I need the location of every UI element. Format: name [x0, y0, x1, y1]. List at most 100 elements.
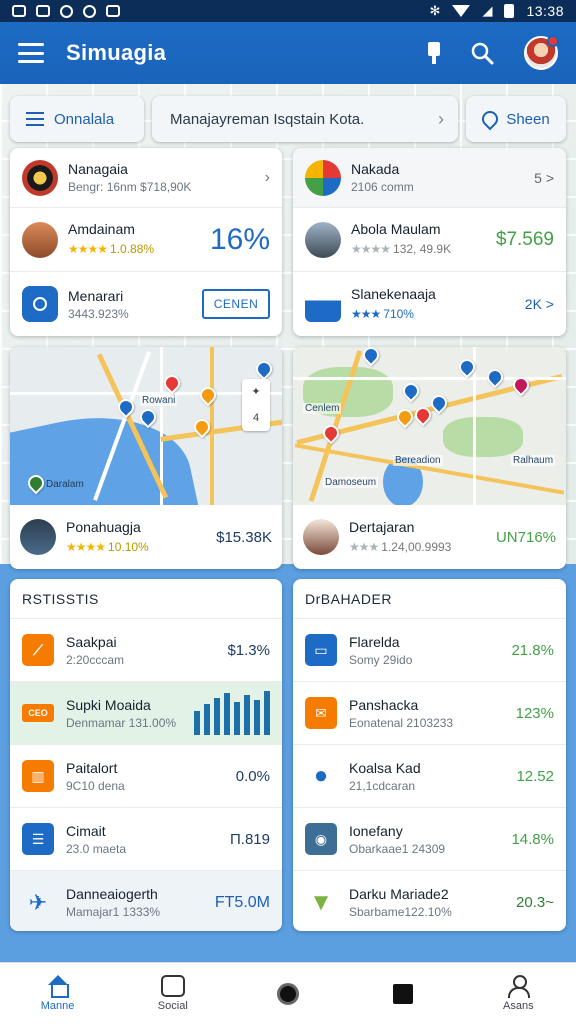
- item-subtitle: Obarkaae1 24309: [349, 841, 446, 856]
- list-item[interactable]: ▼ Darku Mariade2 Sbarbame122.10% 20.3~: [293, 871, 566, 931]
- list-item[interactable]: Amdainam ★★★★ 1.0.88% 16%: [10, 208, 282, 272]
- map-view[interactable]: Bereadion Damoseum Cenlem Ralhaum: [293, 347, 566, 505]
- app-title: Simuagia: [66, 40, 167, 65]
- document-icon: ☰: [22, 823, 54, 855]
- menu-icon[interactable]: [18, 43, 44, 63]
- map-pin-icon: ▼: [309, 888, 333, 916]
- nav-social[interactable]: Social: [133, 975, 213, 1012]
- search-query: Manajayreman Isqstain Kota.: [170, 110, 365, 128]
- list-item[interactable]: ✈ Danneaiogerth Mamajar1 1333% FT5.0M: [10, 871, 282, 931]
- chevron-right-icon[interactable]: ›: [265, 169, 270, 187]
- search-input[interactable]: Manajayreman Isqstain Kota. ›: [152, 96, 458, 142]
- status-bar: ✻ ◢ 13:38: [0, 0, 576, 22]
- list-item[interactable]: Abola Maulam ★★★★ 132, 49.9K $7.569: [293, 208, 566, 272]
- map-label: Cenlem: [303, 403, 342, 414]
- zoom-in-icon[interactable]: ✦: [242, 379, 270, 405]
- item-title: Saakpai: [66, 633, 117, 650]
- map-card-left[interactable]: Rowani Daralam ✦ 4 Ponahuagja ★★★★ 10.10%…: [10, 347, 282, 569]
- map-label: Bereadion: [393, 455, 443, 466]
- chart-bar: [254, 700, 260, 735]
- places-card-left: Nanagaia Bengr: 16nm $718,90K › Amdainam…: [10, 148, 282, 336]
- nav-record[interactable]: [248, 982, 328, 1005]
- item-value: UN716%: [495, 528, 556, 546]
- list-item[interactable]: ● Koalsa Kad 21,1cdcaran 12.52: [293, 745, 566, 808]
- item-title: Koalsa Kad: [349, 759, 421, 776]
- search-row: Onnalala Manajayreman Isqstain Kota. › S…: [10, 96, 566, 142]
- list-item[interactable]: ▥ Paitalort 9C10 dena 0.0%: [10, 745, 282, 808]
- item-subtitle: 3443.923%: [68, 306, 129, 321]
- item-value: П.819: [230, 830, 270, 848]
- rating-value: 132, 49.9K: [393, 242, 452, 256]
- nav-square[interactable]: [363, 983, 443, 1004]
- list-icon: [26, 112, 44, 126]
- map-card-footer: Ponahuagja ★★★★ 10.10% $15.38K: [10, 505, 282, 569]
- list-item[interactable]: ✉ Panshacka Eonatenal 2103233 123%: [293, 682, 566, 745]
- list-item[interactable]: ⟋ Saakpai 2:20cccam $1.3%: [10, 619, 282, 682]
- item-value: 21.8%: [511, 641, 554, 659]
- chart-bar: [194, 711, 200, 735]
- item-value: 123%: [515, 704, 554, 722]
- item-value: 2K >: [524, 296, 554, 312]
- notification-badge: [547, 35, 559, 47]
- list-view-chip[interactable]: Onnalala: [10, 96, 144, 142]
- rating-value: 1.24,00.9993: [381, 539, 452, 554]
- bottom-navigation: Manne Social Asans: [0, 962, 576, 1024]
- map-card-footer: Dertajaran ★★★ 1.24,00.9993 UN716%: [293, 505, 566, 569]
- item-title: Dertajaran: [349, 518, 415, 535]
- map-view[interactable]: Rowani Daralam ✦ 4: [10, 347, 282, 505]
- status-time: 13:38: [526, 3, 564, 19]
- map-card-right[interactable]: Bereadion Damoseum Cenlem Ralhaum Dertaj…: [293, 347, 566, 569]
- map-label: Daralam: [46, 479, 84, 490]
- statistics-card: RSTISSTIS ⟋ Saakpai 2:20cccam $1.3% CEO …: [10, 579, 282, 931]
- item-title: Abola Maulam: [351, 221, 441, 237]
- social-icon: [160, 975, 185, 997]
- mail-icon: ✉: [305, 697, 337, 729]
- list-item[interactable]: ◉ Ionefany Obarkaae1 24309 14.8%: [293, 808, 566, 871]
- rating-value: 10.10%: [108, 539, 149, 554]
- places-card-right: Nakada 2106 comm 5 > Abola Maulam ★★★★ 13…: [293, 148, 566, 336]
- item-title: Nakada: [351, 161, 400, 177]
- chart-icon: ⟋: [22, 634, 54, 666]
- square-icon: [393, 983, 414, 1004]
- wifi-icon: [452, 5, 471, 17]
- rating-stars: ★★★★: [68, 242, 108, 256]
- rating-stars: ★★★: [351, 306, 381, 321]
- item-title: Danneaiogerth: [66, 886, 158, 902]
- item-value: $1.3%: [227, 641, 270, 659]
- open-button[interactable]: CENEN: [202, 289, 270, 319]
- notification-icon: [12, 5, 26, 17]
- rating-stars: ★★★: [349, 539, 379, 554]
- sync-icon: [60, 4, 73, 18]
- bar-chart: [194, 691, 270, 735]
- list-item[interactable]: CEO Supki Moaida Denmamar 131.00%: [10, 682, 282, 745]
- search-icon[interactable]: [470, 41, 494, 65]
- item-value: 0.0%: [235, 767, 270, 785]
- chevron-right-icon: ›: [438, 108, 444, 129]
- map-controls[interactable]: ✦ 4: [242, 379, 270, 431]
- nav-profile[interactable]: Asans: [478, 975, 558, 1012]
- item-title: Ponahuagja: [66, 518, 141, 535]
- mail-icon: [36, 5, 50, 17]
- list-item[interactable]: Slanekenaaja ★★★ 710% 2K >: [293, 272, 566, 336]
- item-value: FT5.0M: [214, 893, 270, 911]
- item-title: Paitalort: [66, 759, 118, 776]
- avatar[interactable]: [524, 35, 559, 70]
- chart-bar: [214, 698, 220, 735]
- list-item[interactable]: Menarari 3443.923% CENEN: [10, 272, 282, 336]
- chart-bar: [234, 702, 240, 735]
- rating-value: 710%: [383, 306, 414, 321]
- list-item[interactable]: Nakada 2106 comm 5 >: [293, 148, 566, 208]
- list-item[interactable]: ▭ Flarelda Somy 29ido 21.8%: [293, 619, 566, 682]
- nav-home[interactable]: Manne: [18, 975, 98, 1012]
- rating-stars: ★★★★: [66, 539, 106, 554]
- record-icon: [276, 982, 299, 1005]
- place-thumbnail: [303, 519, 339, 555]
- section-title: DrBAHADER: [293, 579, 566, 619]
- list-item[interactable]: ☰ Cimait 23.0 maeta П.819: [10, 808, 282, 871]
- item-title: Supki Moaida: [66, 696, 151, 713]
- flashlight-icon[interactable]: [428, 42, 440, 64]
- nearby-button[interactable]: Sheen: [466, 96, 566, 142]
- signal-icon: ◢: [482, 3, 493, 18]
- item-value: $7.569: [495, 228, 554, 250]
- list-item[interactable]: Nanagaia Bengr: 16nm $718,90K ›: [10, 148, 282, 208]
